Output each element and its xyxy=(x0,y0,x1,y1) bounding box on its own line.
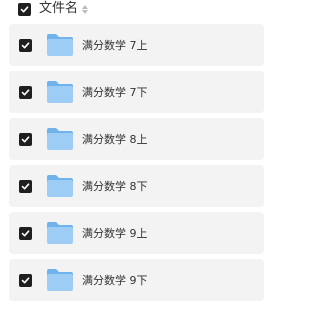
check-icon xyxy=(21,135,30,142)
list-item[interactable]: 满分数学 7上 xyxy=(9,24,264,66)
list-item[interactable]: 满分数学 9上 xyxy=(9,212,264,254)
check-icon xyxy=(21,182,30,189)
row-checkbox[interactable] xyxy=(19,179,32,193)
row-checkbox[interactable] xyxy=(19,132,32,146)
file-name[interactable]: 满分数学 9下 xyxy=(82,272,148,288)
check-icon xyxy=(21,276,30,283)
check-icon xyxy=(21,41,30,48)
sort-icon[interactable] xyxy=(82,4,89,14)
folder-icon xyxy=(47,81,73,103)
check-icon xyxy=(21,88,30,95)
row-checkbox[interactable] xyxy=(19,273,32,287)
folder-icon xyxy=(47,269,73,291)
check-icon xyxy=(21,229,30,236)
file-name[interactable]: 满分数学 8上 xyxy=(82,131,148,147)
list-item[interactable]: 满分数学 8上 xyxy=(9,118,264,160)
folder-icon xyxy=(47,128,73,150)
file-name[interactable]: 满分数学 9上 xyxy=(82,225,148,241)
check-icon xyxy=(20,5,29,12)
folder-icon xyxy=(47,222,73,244)
row-checkbox[interactable] xyxy=(19,226,32,240)
file-name[interactable]: 满分数学 7上 xyxy=(82,37,148,53)
file-name[interactable]: 满分数学 8下 xyxy=(82,178,148,194)
select-all-checkbox[interactable] xyxy=(18,2,31,16)
folder-icon xyxy=(47,175,73,197)
column-header-filename[interactable]: 文件名 xyxy=(39,0,78,18)
list-item[interactable]: 满分数学 9下 xyxy=(9,259,264,301)
file-name[interactable]: 满分数学 7下 xyxy=(82,84,148,100)
list-item[interactable]: 满分数学 7下 xyxy=(9,71,264,113)
list-item[interactable]: 满分数学 8下 xyxy=(9,165,264,207)
folder-icon xyxy=(47,34,73,56)
row-checkbox[interactable] xyxy=(19,38,32,52)
list-header: 文件名 xyxy=(18,0,258,18)
row-checkbox[interactable] xyxy=(19,85,32,99)
